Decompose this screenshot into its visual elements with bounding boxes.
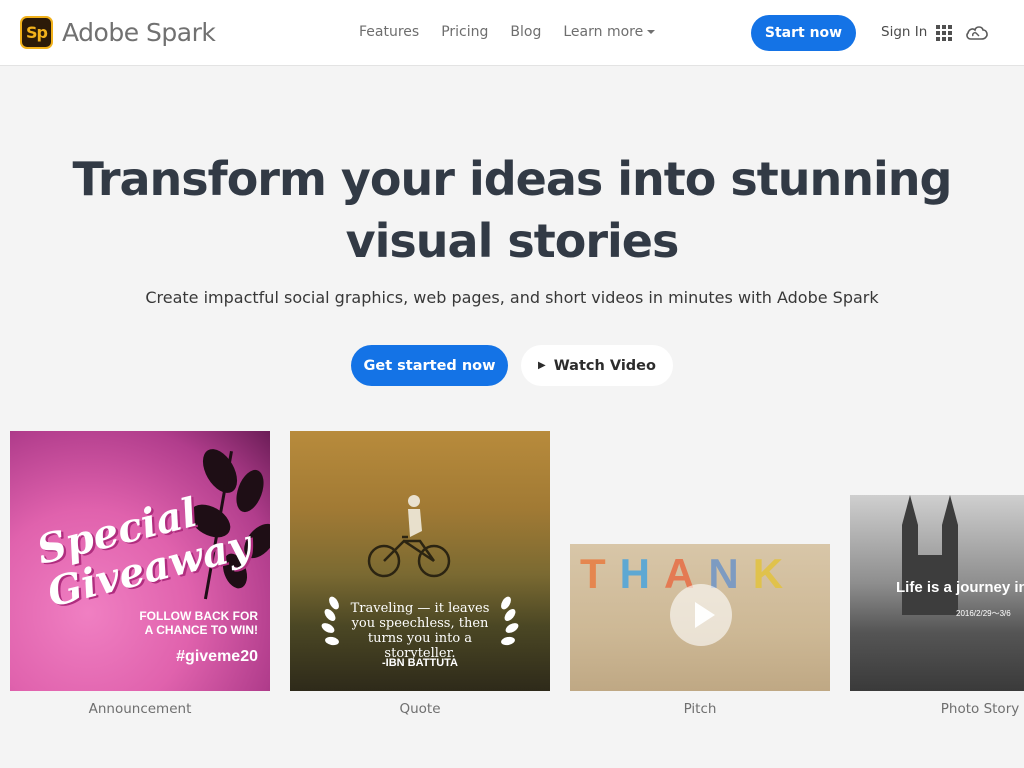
card-label-photo-story[interactable]: Photo Story: [850, 701, 1024, 717]
nav-item-pricing[interactable]: Pricing: [441, 24, 488, 40]
card-label-announcement[interactable]: Announcement: [10, 701, 270, 717]
photo-story-headline: Life is a journey in Bo: [896, 579, 1024, 596]
template-card-photo-story[interactable]: Life is a journey in Bo 2016/2/29〜3/6: [850, 495, 1024, 691]
photo-story-date: 2016/2/29〜3/6: [956, 609, 1011, 618]
nav-item-learn-more-label: Learn more: [563, 24, 644, 40]
brand-logo[interactable]: Sp Adobe Spark: [20, 16, 216, 49]
watch-video-label: Watch Video: [553, 357, 656, 374]
hero-title: Transform your ideas into stunning visua…: [72, 152, 953, 268]
template-card-pitch[interactable]: THANK: [570, 544, 830, 691]
pitch-letter: K: [752, 550, 798, 597]
quote-author: -IBN BATTUTA: [382, 657, 458, 669]
site-header: Sp Adobe Spark Features Pricing Blog Lea…: [0, 0, 1024, 66]
cyclist-illustration: [367, 495, 451, 578]
template-card-quote[interactable]: Traveling — it leaves you speechless, th…: [290, 431, 550, 691]
template-card-announcement[interactable]: Special Giveaway FOLLOW BACK FOR A CHANC…: [10, 431, 270, 691]
spark-logo-icon: Sp: [20, 16, 53, 49]
card-label-pitch[interactable]: Pitch: [570, 701, 830, 717]
pitch-letter: H: [619, 550, 664, 597]
announcement-body: FOLLOW BACK FOR A CHANCE TO WIN!: [139, 609, 258, 637]
announcement-hashtag: #giveme20: [176, 648, 258, 665]
get-started-button[interactable]: Get started now: [351, 345, 508, 386]
watch-video-button[interactable]: ▶ Watch Video: [521, 345, 673, 386]
chevron-down-icon: [647, 30, 656, 34]
sign-in-link[interactable]: Sign In: [881, 24, 927, 40]
main-nav: Features Pricing Blog Learn more: [359, 24, 656, 40]
hero-subtitle: Create impactful social graphics, web pa…: [145, 288, 879, 307]
nav-item-blog[interactable]: Blog: [510, 24, 541, 40]
start-now-button[interactable]: Start now: [751, 15, 856, 51]
church-spires-illustration: [902, 495, 958, 615]
nav-item-learn-more[interactable]: Learn more: [563, 24, 656, 40]
pitch-letter: T: [580, 550, 620, 597]
nav-item-features[interactable]: Features: [359, 24, 419, 40]
brand-name: Adobe Spark: [62, 18, 216, 47]
play-icon[interactable]: [670, 584, 732, 646]
quote-text: Traveling — it leaves you speechless, th…: [350, 601, 490, 661]
app-grid-icon[interactable]: [936, 25, 952, 41]
card-label-quote[interactable]: Quote: [290, 701, 550, 717]
creative-cloud-icon[interactable]: [965, 23, 989, 43]
play-icon: ▶: [538, 360, 546, 371]
